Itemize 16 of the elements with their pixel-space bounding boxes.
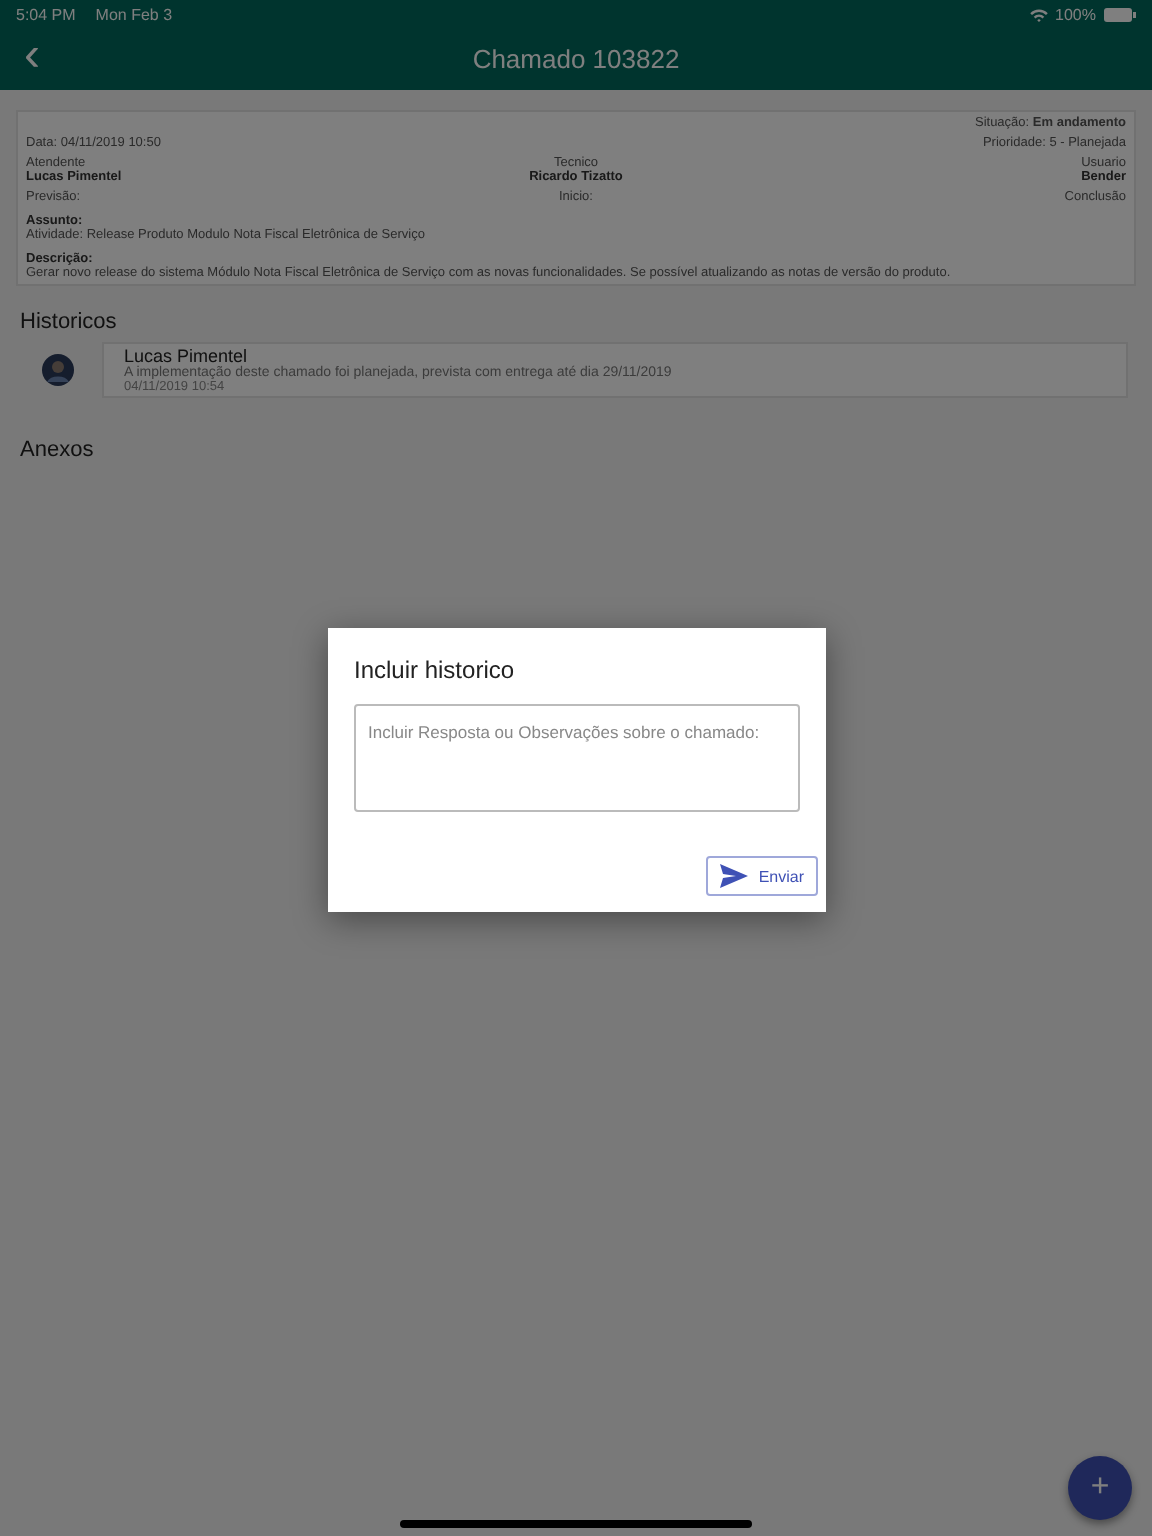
battery-icon xyxy=(1104,7,1136,21)
send-button[interactable]: Enviar xyxy=(706,856,818,896)
status-date: Mon Feb 3 xyxy=(95,5,173,23)
dialog-title: Incluir historico xyxy=(354,656,517,684)
wifi-icon xyxy=(1029,7,1048,21)
page-title: Chamado 103822 xyxy=(472,44,680,74)
response-field[interactable]: Incluir Resposta ou Observações sobre o chamado: xyxy=(354,704,800,812)
section-title: Anexos xyxy=(20,438,96,462)
history-author: Lucas Pimentel xyxy=(124,346,248,366)
back-button[interactable]: ‹ xyxy=(16,34,48,78)
battery-percent: 100% xyxy=(1055,5,1096,23)
status-time: 5:04 PM xyxy=(16,5,76,23)
send-icon xyxy=(720,864,749,888)
add-button[interactable]: + xyxy=(1068,1456,1132,1520)
section-title: Historicos xyxy=(20,310,119,334)
avatar-icon xyxy=(42,354,74,386)
